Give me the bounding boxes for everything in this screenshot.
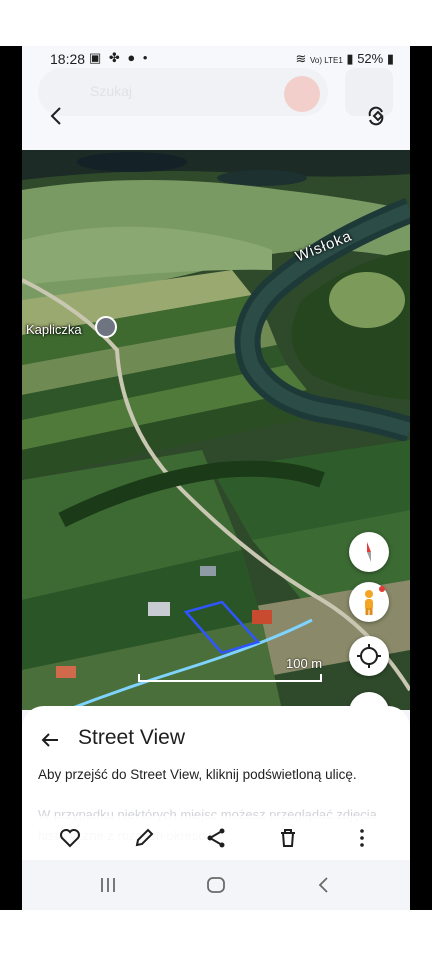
- map-imagery: [22, 150, 410, 710]
- top-bar: 18:28 ▣ ✤ ● • ≋ Vo) LTE1 ▮ 52% ▮ Szukaj: [22, 46, 410, 150]
- edit-pencil-icon[interactable]: [132, 826, 156, 850]
- place-label[interactable]: Kapliczka: [26, 322, 82, 337]
- home-icon[interactable]: [204, 874, 228, 896]
- action-bar: [22, 816, 410, 860]
- battery-icon: ▮: [386, 51, 394, 66]
- map-scale-label: 100 m: [286, 656, 323, 671]
- compass-icon: [367, 542, 371, 562]
- rotate-view-icon[interactable]: [362, 102, 390, 130]
- pegman-icon: [365, 586, 385, 615]
- sheet-title: Street View: [78, 726, 185, 749]
- recent-apps-icon[interactable]: [96, 874, 120, 896]
- device-frame: Wisłoka Kapliczka 100 m 18:28 ▣ ✤ ● • ≋ …: [0, 46, 432, 910]
- satellite-map[interactable]: Wisłoka Kapliczka 100 m: [22, 150, 410, 732]
- favorite-heart-icon[interactable]: [58, 826, 82, 850]
- delete-trash-icon[interactable]: [276, 826, 300, 850]
- signal-icon: ▮: [346, 51, 354, 66]
- sheet-description: Aby przejść do Street View, kliknij podś…: [38, 767, 357, 782]
- record-button[interactable]: [284, 76, 320, 112]
- battery-percent: 52%: [357, 51, 384, 66]
- map-scale-bar: [138, 674, 322, 682]
- share-icon[interactable]: [204, 826, 228, 850]
- street-view-pegman-button[interactable]: [349, 582, 389, 622]
- system-nav-bar: [22, 860, 410, 910]
- notification-icons: ▣ ✤ ● •: [89, 50, 150, 65]
- compass-button[interactable]: [349, 532, 389, 572]
- wifi-icon: ≋: [295, 51, 307, 66]
- more-options-icon[interactable]: [350, 826, 374, 850]
- status-time: 18:28: [50, 51, 86, 67]
- crosshair-icon: [357, 644, 381, 668]
- sheet-back-arrow-icon[interactable]: [38, 728, 62, 752]
- my-location-button[interactable]: [349, 636, 389, 676]
- phone-screen: Wisłoka Kapliczka 100 m 18:28 ▣ ✤ ● • ≋ …: [22, 46, 410, 910]
- system-back-icon[interactable]: [312, 874, 336, 896]
- back-icon[interactable]: [42, 102, 70, 130]
- network-label: Vo) LTE1: [310, 56, 343, 65]
- chapel-pin-icon[interactable]: [95, 316, 117, 338]
- search-placeholder: Szukaj: [90, 83, 133, 99]
- status-right: ≋ Vo) LTE1 ▮ 52% ▮: [295, 51, 394, 67]
